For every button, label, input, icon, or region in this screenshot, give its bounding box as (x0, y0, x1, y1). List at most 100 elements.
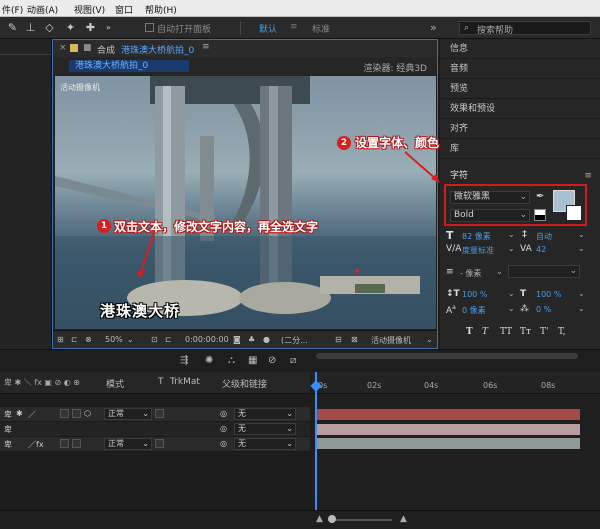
superscript-button[interactable]: T' (540, 327, 548, 337)
mask-visibility-icon[interactable]: ⊗ (85, 335, 92, 344)
workspace-menu-icon[interactable]: ≡ (290, 22, 298, 32)
panel-library[interactable]: 库 (440, 139, 600, 159)
display-icon[interactable]: ⊏ (71, 335, 78, 344)
clone-stamp-icon[interactable]: ⊥ (24, 21, 37, 34)
all-caps-button[interactable]: TT (500, 327, 512, 337)
workspace-default[interactable]: 默认 (259, 22, 277, 35)
grid-icon[interactable]: ⊡ (151, 335, 158, 344)
collapse-switch-icon[interactable]: ✱ (16, 409, 23, 418)
motion-blur-switch[interactable] (60, 409, 69, 418)
faux-bold-button[interactable]: T (466, 327, 473, 337)
timeline-graph[interactable]: 0s 02s 04s 06s 08s (310, 372, 600, 529)
menu-file[interactable]: 件(F) (2, 3, 23, 16)
layer-row[interactable]: 卑 ／fx 正常 ⌄ ◎ 无 ⌄ (0, 437, 310, 452)
kerning-value[interactable]: 度量标准 (462, 245, 494, 256)
small-caps-button[interactable]: Tᴛ (520, 327, 531, 337)
horizontal-scale-value[interactable]: 100 % (536, 290, 561, 299)
frame-blending-icon[interactable]: ▦ (248, 355, 259, 366)
chevron-right-icon[interactable]: » (102, 21, 115, 34)
chevron-down-icon[interactable]: ⌄ (578, 304, 585, 313)
motion-blur-switch[interactable] (60, 439, 69, 448)
pick-whip-icon[interactable]: ◎ (220, 409, 227, 418)
draft-3d-icon[interactable]: ✺ (205, 355, 216, 366)
chevron-down-icon[interactable]: ⌄ (578, 244, 585, 253)
font-family-dropdown[interactable]: 微软雅黑 ⌄ (450, 191, 530, 204)
shy-icon[interactable]: ⛬ (228, 355, 239, 366)
show-snapshot-icon[interactable]: ♣ (248, 335, 255, 344)
layer-duration-bar[interactable] (317, 424, 580, 435)
fast-preview-icon[interactable]: ⊞ (57, 335, 64, 344)
stroke-style-dropdown[interactable]: ⌄ (508, 265, 580, 278)
black-white-swatch[interactable] (534, 209, 546, 221)
shy-switch-icon[interactable]: 卑 (4, 409, 12, 420)
menu-view[interactable]: 视图(V) (74, 3, 105, 16)
pick-whip-icon[interactable]: ◎ (220, 439, 227, 448)
quality-switch-icon[interactable]: ／ (28, 409, 36, 420)
parent-dropdown[interactable]: 无 ⌄ (234, 408, 296, 420)
chevron-down-icon[interactable]: ⌄ (127, 335, 134, 344)
timecode[interactable]: 0:00:00:00 (185, 335, 229, 344)
shy-switch-icon[interactable]: 卑 (4, 439, 12, 450)
eraser-icon[interactable]: ◇ (43, 21, 56, 34)
panel-preview[interactable]: 预览 (440, 79, 600, 99)
search-help-input[interactable]: ⌕ 搜索帮助 (459, 21, 591, 36)
channel-icon[interactable]: ● (263, 335, 270, 344)
menu-help[interactable]: 帮助(H) (145, 3, 177, 16)
graph-editor-icon[interactable]: ⧄ (290, 355, 301, 366)
chevron-down-icon[interactable]: ⌄ (578, 230, 585, 239)
chevron-down-icon[interactable]: ⌄ (508, 230, 515, 239)
layer-duration-bar[interactable] (317, 438, 580, 449)
subscript-button[interactable]: T, (558, 327, 566, 337)
motion-blur-icon[interactable]: ⊘ (268, 355, 279, 366)
resolution-dropdown[interactable]: (二分... (281, 335, 308, 346)
parent-dropdown[interactable]: 无 ⌄ (234, 438, 296, 450)
panel-audio[interactable]: 音频 (440, 59, 600, 79)
mode-dropdown[interactable]: 正常 ⌄ (104, 438, 152, 450)
chevron-down-icon[interactable]: ⌄ (426, 335, 433, 344)
panel-info[interactable]: 信息 (440, 39, 600, 59)
layer-row[interactable]: 卑 ◎ 无 ⌄ (0, 422, 310, 437)
composition-breadcrumb[interactable]: 港珠澳大桥航拍_0 (69, 60, 189, 72)
layer-duration-bar[interactable] (317, 409, 580, 420)
double-chevron-icon[interactable]: » (430, 21, 437, 34)
shy-switch-icon[interactable]: 卑 (4, 424, 12, 435)
chevron-down-icon[interactable]: ⌄ (496, 267, 503, 276)
tsume-value[interactable]: 0 % (536, 305, 551, 314)
leading-value[interactable]: 自动 (536, 231, 552, 242)
auto-open-checkbox[interactable] (145, 23, 154, 32)
chevron-down-icon[interactable]: ⌄ (578, 289, 585, 298)
mode-dropdown[interactable]: 正常 ⌄ (104, 408, 152, 420)
eyedropper-icon[interactable]: ✒ (536, 191, 544, 202)
pick-whip-icon[interactable]: ◎ (220, 424, 227, 433)
brush-icon[interactable]: ✎ (6, 21, 19, 34)
quality-switch-icon[interactable]: ／fx (28, 439, 44, 450)
camera-dropdown[interactable]: 活动摄像机 (371, 335, 411, 346)
composition-viewer[interactable]: 活动摄像机 港珠澳大桥 (55, 76, 436, 329)
close-icon[interactable]: × (59, 43, 67, 53)
time-ruler[interactable]: 0s 02s 04s 06s 08s (312, 372, 600, 394)
font-style-dropdown[interactable]: Bold ⌄ (450, 209, 530, 222)
work-area-bar[interactable] (316, 353, 578, 359)
composition-tab[interactable]: 港珠澳大桥航拍_0 (121, 43, 194, 56)
preserve-transparency-switch[interactable] (155, 439, 164, 448)
playhead[interactable] (315, 372, 317, 512)
comp-flowchart-icon[interactable]: ⇶ (180, 355, 191, 366)
puppet-pin-icon[interactable]: ✚ (84, 21, 97, 34)
chevron-down-icon[interactable]: ⌄ (508, 304, 515, 313)
chevron-down-icon[interactable]: ⌄ (508, 244, 515, 253)
zoom-slider[interactable] (332, 519, 392, 521)
zoom-slider-handle[interactable] (328, 515, 336, 523)
vertical-scale-value[interactable]: 100 % (462, 290, 487, 299)
zoom-dropdown[interactable]: 50% (105, 335, 123, 344)
baseline-shift-value[interactable]: 0 像素 (462, 305, 486, 316)
parent-dropdown[interactable]: 无 ⌄ (234, 423, 296, 435)
transparency-grid-icon[interactable]: ⊟ (335, 335, 342, 344)
faux-italic-button[interactable]: T (482, 327, 488, 337)
font-size-value[interactable]: 82 像素 (462, 231, 491, 242)
region-of-interest-icon[interactable]: ⊏ (165, 335, 172, 344)
menu-window[interactable]: 窗口 (115, 3, 133, 16)
chevron-down-icon[interactable]: ⌄ (508, 289, 515, 298)
preserve-transparency-switch[interactable] (155, 409, 164, 418)
panel-menu-icon[interactable]: ≡ (202, 42, 210, 52)
adjustment-switch[interactable] (72, 409, 81, 418)
